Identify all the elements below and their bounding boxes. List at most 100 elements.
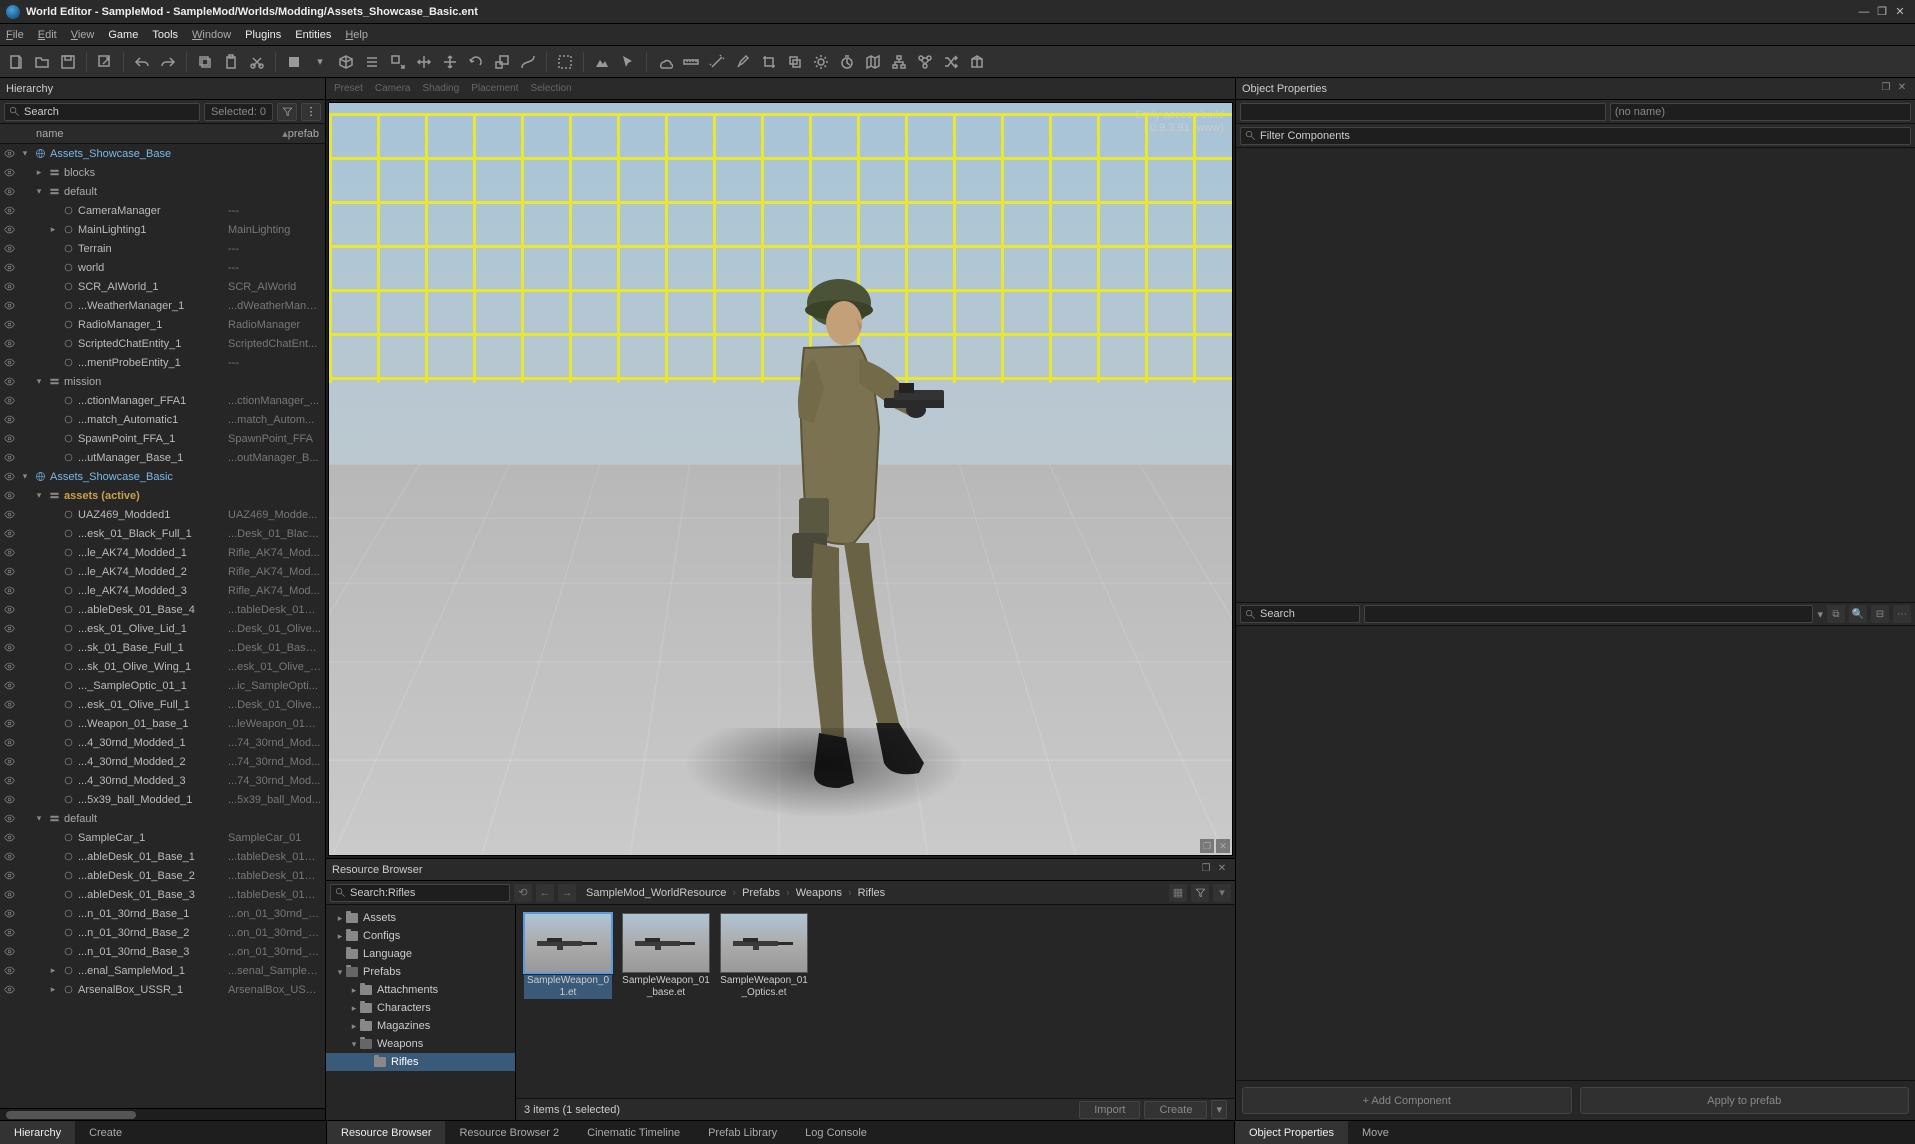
hierarchy-row[interactable]: ...ableDesk_01_Base_1...tableDesk_01_B..…: [0, 847, 325, 866]
hierarchy-row[interactable]: ▾default: [0, 809, 325, 828]
hierarchy-row[interactable]: ...le_AK74_Modded_1Rifle_AK74_Mod...: [0, 543, 325, 562]
ruler-icon[interactable]: [679, 50, 703, 74]
cube-filled-icon[interactable]: [282, 50, 306, 74]
hierarchy-row[interactable]: ...ableDesk_01_Base_3...tableDesk_01_B..…: [0, 885, 325, 904]
hierarchy-row[interactable]: ...mentProbeEntity_1---: [0, 353, 325, 372]
viewport-close-icon[interactable]: ✕: [1216, 839, 1230, 853]
rb-max-icon[interactable]: ❐: [1199, 863, 1213, 877]
props-filter-input[interactable]: Filter Components: [1240, 127, 1911, 145]
vp-tab-camera[interactable]: Camera: [375, 83, 411, 94]
rb-item[interactable]: SampleWeapon_01_base.et: [622, 913, 710, 999]
vp-tab-shading[interactable]: Shading: [422, 83, 459, 94]
viewport[interactable]: Early access build0.9.3.91 (www): [328, 102, 1233, 856]
hierarchy-row[interactable]: ▾default: [0, 182, 325, 201]
hierarchy-col-prefab[interactable]: prefab: [288, 128, 319, 140]
terrain-icon[interactable]: [590, 50, 614, 74]
tab-hierarchy[interactable]: Hierarchy: [0, 1121, 75, 1144]
rb-tree-row[interactable]: ▸Assets: [326, 909, 515, 927]
hierarchy-icon[interactable]: [887, 50, 911, 74]
rb-search-input[interactable]: Search:Rifles: [330, 884, 510, 902]
menu-view[interactable]: View: [71, 29, 95, 41]
hierarchy-row[interactable]: ..._SampleOptic_01_1...ic_SampleOpti...: [0, 676, 325, 695]
menu-file[interactable]: File: [6, 29, 24, 41]
transform-icon[interactable]: [412, 50, 436, 74]
hierarchy-row[interactable]: ...le_AK74_Modded_2Rifle_AK74_Mod...: [0, 562, 325, 581]
hierarchy-row[interactable]: ...Weapon_01_base_1...leWeapon_01_b...: [0, 714, 325, 733]
package-icon[interactable]: [965, 50, 989, 74]
layers-icon[interactable]: [783, 50, 807, 74]
new-icon[interactable]: [4, 50, 28, 74]
wand-icon[interactable]: [705, 50, 729, 74]
hierarchy-row[interactable]: SpawnPoint_FFA_1SpawnPoint_FFA: [0, 429, 325, 448]
hierarchy-row[interactable]: world---: [0, 258, 325, 277]
hierarchy-row[interactable]: UAZ469_Modded1UAZ469_Modde...: [0, 505, 325, 524]
cursor-icon[interactable]: [616, 50, 640, 74]
rb-tree-row[interactable]: Language: [326, 945, 515, 963]
shuffle-icon[interactable]: [939, 50, 963, 74]
hierarchy-search-input[interactable]: Search: [4, 103, 200, 121]
hierarchy-row[interactable]: CameraManager---: [0, 201, 325, 220]
redo-icon[interactable]: [156, 50, 180, 74]
vp-tab-selection[interactable]: Selection: [530, 83, 571, 94]
move-icon[interactable]: [438, 50, 462, 74]
open-icon[interactable]: [30, 50, 54, 74]
hierarchy-row[interactable]: ...sk_01_Base_Full_1...Desk_01_Base_...: [0, 638, 325, 657]
apply-prefab-button[interactable]: Apply to prefab: [1580, 1087, 1910, 1114]
timer-icon[interactable]: [835, 50, 859, 74]
list-icon[interactable]: [360, 50, 384, 74]
props-link-icon[interactable]: ⧉: [1827, 605, 1845, 623]
hierarchy-row[interactable]: ...WeatherManager_1...dWeatherMana...: [0, 296, 325, 315]
hierarchy-row[interactable]: ...5x39_ball_Modded_1...5x39_ball_Mod...: [0, 790, 325, 809]
hierarchy-row[interactable]: Terrain---: [0, 239, 325, 258]
hierarchy-row[interactable]: ...match_Automatic1...match_Autom...: [0, 410, 325, 429]
tab-prefab[interactable]: Prefab Library: [694, 1121, 791, 1144]
hierarchy-row[interactable]: ...n_01_30rnd_Base_2...on_01_30rnd_B...: [0, 923, 325, 942]
hierarchy-row[interactable]: ...4_30rnd_Modded_1...74_30rnd_Mod...: [0, 733, 325, 752]
tab-log[interactable]: Log Console: [791, 1121, 881, 1144]
rb-filter-icon[interactable]: [1191, 884, 1209, 902]
rb-refresh-icon[interactable]: ⟲: [514, 884, 532, 902]
rb-import-button[interactable]: Import: [1079, 1101, 1140, 1119]
menu-plugins[interactable]: Plugins: [245, 29, 281, 41]
bbox-icon[interactable]: [553, 50, 577, 74]
hierarchy-row[interactable]: ▸MainLighting1MainLighting: [0, 220, 325, 239]
scale-icon[interactable]: [490, 50, 514, 74]
rb-tree-row[interactable]: ▸Characters: [326, 999, 515, 1017]
rb-tree-row[interactable]: Rifles: [326, 1053, 515, 1071]
copy-icon[interactable]: [193, 50, 217, 74]
menu-entities[interactable]: Entities: [295, 29, 331, 41]
rb-close-icon[interactable]: ✕: [1215, 863, 1229, 877]
hierarchy-row[interactable]: ScriptedChatEntity_1ScriptedChatEnt...: [0, 334, 325, 353]
filter-icon[interactable]: [277, 103, 297, 121]
hierarchy-row[interactable]: SCR_AIWorld_1SCR_AIWorld: [0, 277, 325, 296]
menu-edit[interactable]: Edit: [38, 29, 57, 41]
rb-tree-row[interactable]: ▸Configs: [326, 927, 515, 945]
select-icon[interactable]: [386, 50, 410, 74]
tab-create[interactable]: Create: [75, 1121, 136, 1144]
rb-fwd-icon[interactable]: →: [558, 884, 576, 902]
hierarchy-scrollbar[interactable]: [0, 1108, 325, 1120]
brush-icon[interactable]: [731, 50, 755, 74]
hierarchy-row[interactable]: ...n_01_30rnd_Base_3...on_01_30rnd_B...: [0, 942, 325, 961]
maximize-button[interactable]: ❐: [1873, 5, 1891, 18]
tab-rb[interactable]: Resource Browser: [327, 1121, 445, 1144]
hierarchy-row[interactable]: ▾assets (active): [0, 486, 325, 505]
props-search-input[interactable]: Search: [1240, 605, 1360, 623]
paste-icon[interactable]: [219, 50, 243, 74]
hierarchy-row[interactable]: ▾Assets_Showcase_Basic: [0, 467, 325, 486]
save-icon[interactable]: [56, 50, 80, 74]
rotate-icon[interactable]: [464, 50, 488, 74]
rb-tree-row[interactable]: ▸Magazines: [326, 1017, 515, 1035]
hierarchy-row[interactable]: ...esk_01_Olive_Full_1...Desk_01_Olive..…: [0, 695, 325, 714]
hierarchy-col-name[interactable]: name: [6, 128, 146, 140]
rb-tree-row[interactable]: ▸Attachments: [326, 981, 515, 999]
hierarchy-row[interactable]: ...utManager_Base_1...outManager_B...: [0, 448, 325, 467]
hierarchy-row[interactable]: ...sk_01_Olive_Wing_1...esk_01_Olive_W..…: [0, 657, 325, 676]
crop-icon[interactable]: [757, 50, 781, 74]
hierarchy-row[interactable]: SampleCar_1SampleCar_01: [0, 828, 325, 847]
hierarchy-row[interactable]: ...ableDesk_01_Base_4...tableDesk_01_B..…: [0, 600, 325, 619]
vp-tab-placement[interactable]: Placement: [471, 83, 518, 94]
gear-icon[interactable]: [809, 50, 833, 74]
close-button[interactable]: ✕: [1891, 5, 1909, 18]
hierarchy-row[interactable]: ▸...enal_SampleMod_1...senal_SampleM...: [0, 961, 325, 980]
